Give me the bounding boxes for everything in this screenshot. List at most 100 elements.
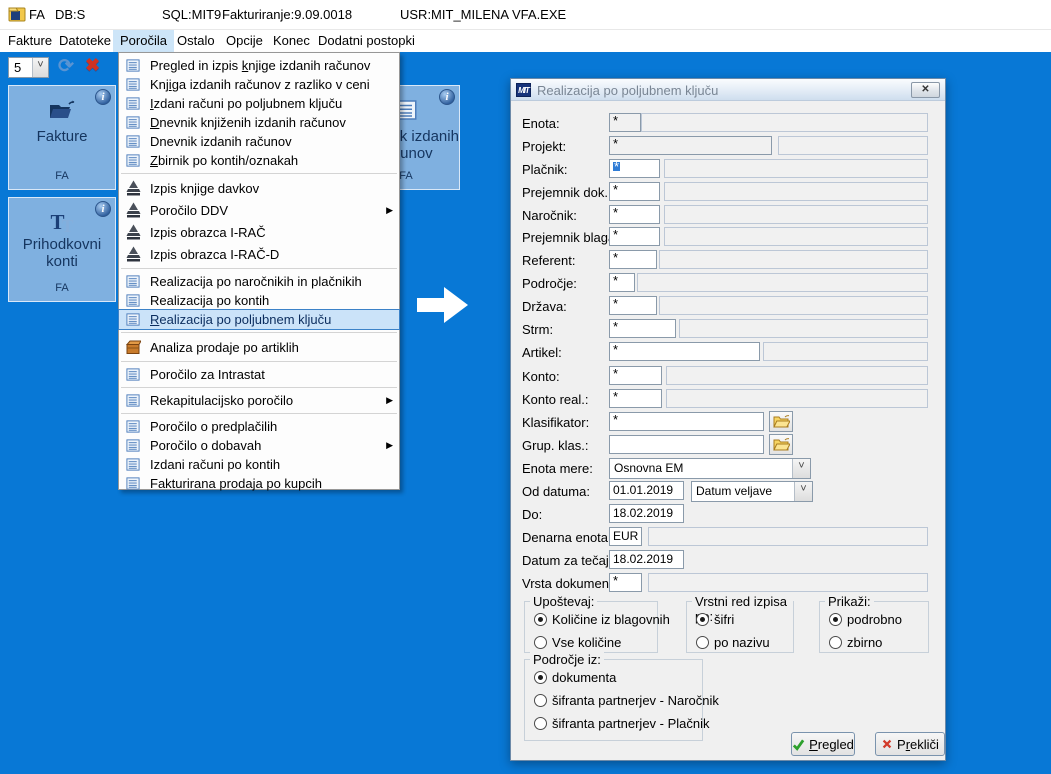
tile-count-select[interactable]: 5 ˅ xyxy=(8,57,49,78)
menubar-item-konec[interactable]: Konec xyxy=(266,30,317,52)
radio-icon[interactable] xyxy=(534,670,547,684)
placnik-input[interactable]: * xyxy=(609,159,660,178)
radio-icon[interactable] xyxy=(534,716,547,730)
artikel-input[interactable]: * xyxy=(609,342,760,361)
klasifikator-input[interactable]: * xyxy=(609,412,764,431)
radio-option[interactable]: Količine iz blagovnih xyxy=(534,611,670,627)
konto-label: Konto: xyxy=(522,369,560,384)
chevron-down-icon[interactable]: ˅ xyxy=(792,459,810,478)
menu-separator xyxy=(121,268,397,269)
info-icon[interactable]: i xyxy=(95,89,111,105)
radio-icon[interactable] xyxy=(534,612,547,626)
menu-item[interactable]: Realizacija po poljubnem ključu xyxy=(118,309,400,330)
narocnik-input[interactable]: * xyxy=(609,205,660,224)
info-icon[interactable]: i xyxy=(439,89,455,105)
mit-logo-icon: MIT xyxy=(516,83,531,97)
grup-klas-lookup-button[interactable] xyxy=(769,434,793,455)
enota-mere-select[interactable]: Osnovna EM ˅ xyxy=(609,458,811,479)
menu-item[interactable]: Fakturirana prodaja po kupcih xyxy=(119,474,399,493)
dialog-titlebar[interactable]: MIT Realizacija po poljubnem ključu ✕ xyxy=(511,79,945,101)
close-icon[interactable]: ✕ xyxy=(911,82,940,98)
menu-item[interactable]: Analiza prodaje po artiklih xyxy=(119,336,399,358)
menu-item-label: Dnevnik knjiženih izdanih računov xyxy=(150,115,346,130)
menu-item[interactable]: Poročilo za Intrastat xyxy=(119,365,399,384)
menu-item[interactable]: Rekapitulacijsko poročilo ▶ xyxy=(119,391,399,410)
menu-item[interactable]: Knjiga izdanih računov z razliko v ceni xyxy=(119,75,399,94)
menu-item[interactable]: Poročilo o predplačilih xyxy=(119,417,399,436)
grup-klas-input[interactable] xyxy=(609,435,764,454)
pregled-button[interactable]: Pregled xyxy=(791,732,855,756)
menu-item[interactable]: Poročilo DDV ▶ xyxy=(119,199,399,221)
tile-fakture[interactable]: i Fakture FA xyxy=(8,85,116,190)
do-label: Do: xyxy=(522,507,543,522)
strm-input[interactable]: * xyxy=(609,319,676,338)
radio-icon[interactable] xyxy=(696,635,709,649)
radio-icon[interactable] xyxy=(534,635,547,649)
denarna-enota-input[interactable]: EUR xyxy=(609,527,642,546)
radio-option[interactable]: šifranta partnerjev - Plačnik xyxy=(534,715,710,731)
datum-za-tecaj-input[interactable]: 18.02.2019 xyxy=(609,550,684,569)
menu-item[interactable]: Pregled in izpis knjige izdanih računov xyxy=(119,56,399,75)
chevron-down-icon[interactable]: ˅ xyxy=(794,482,812,501)
menubar-item-porocila[interactable]: Poročila xyxy=(113,30,174,52)
menu-item[interactable]: Izdani računi po poljubnem ključu xyxy=(119,94,399,113)
radio-option[interactable]: šifranta partnerjev - Naročnik xyxy=(534,692,719,708)
konto-input[interactable]: * xyxy=(609,366,662,385)
info-icon[interactable]: i xyxy=(95,201,111,217)
tile-prihodkovni-konti[interactable]: i TT Prihodkovni konti FA xyxy=(8,197,116,302)
radio-icon[interactable] xyxy=(829,635,842,649)
radio-icon[interactable] xyxy=(829,612,842,626)
do-input[interactable]: 18.02.2019 xyxy=(609,504,684,523)
menu-item-label: Rekapitulacijsko poročilo xyxy=(150,393,294,408)
menubar-item-dodatni-postopki[interactable]: Dodatni postopki xyxy=(311,30,422,52)
radio-option[interactable]: dokumenta xyxy=(534,669,616,685)
menu-item[interactable]: Izpis obrazca I-RAČ xyxy=(119,221,399,243)
menubar-item-fakture[interactable]: Fakture xyxy=(1,30,59,52)
referent-description-field xyxy=(659,250,928,269)
menu-item[interactable]: Dnevnik izdanih računov xyxy=(119,132,399,151)
klasifikator-lookup-button[interactable] xyxy=(769,411,793,432)
folder-open-icon xyxy=(772,438,791,455)
radio-option[interactable]: po nazivu xyxy=(696,634,770,650)
radio-icon[interactable] xyxy=(534,693,547,707)
red-x-icon[interactable]: ✖ xyxy=(85,55,100,76)
green-check-icon xyxy=(792,739,805,751)
drzava-input[interactable]: * xyxy=(609,296,657,315)
referent-input[interactable]: * xyxy=(609,250,657,269)
podrocje-input[interactable]: * xyxy=(609,273,635,292)
prejemnik-dok-input[interactable]: * xyxy=(609,182,660,201)
menu-item[interactable]: Izpis obrazca I-RAČ-D xyxy=(119,243,399,265)
selected-value: Osnovna EM xyxy=(614,461,684,475)
konto-real-input[interactable]: * xyxy=(609,389,662,408)
preklici-button[interactable]: Prekliči xyxy=(875,732,945,756)
group-label: Prikaži: xyxy=(825,594,874,609)
menu-item[interactable]: Izpis knjige davkov xyxy=(119,177,399,199)
menu-item[interactable]: Realizacija po kontih xyxy=(119,291,399,310)
enota-input[interactable]: * xyxy=(609,113,641,132)
menu-item[interactable]: Dnevnik knjiženih izdanih računov xyxy=(119,113,399,132)
report-icon xyxy=(125,438,142,454)
radio-option[interactable]: Vse količine xyxy=(534,634,621,650)
menubar-item-ostalo[interactable]: Ostalo xyxy=(170,30,222,52)
vrsta-dokumenta-input[interactable]: * xyxy=(609,573,642,592)
menubar-item-datoteke[interactable]: Datoteke xyxy=(52,30,118,52)
menu-item-label: Analiza prodaje po artiklih xyxy=(150,339,299,355)
od-datuma-input[interactable]: 01.01.2019 xyxy=(609,481,684,500)
prejemnik-blaga-input[interactable]: * xyxy=(609,227,660,246)
chevron-down-icon[interactable]: ˅ xyxy=(32,58,48,77)
menu-item[interactable]: Realizacija po naročnikih in plačnikih xyxy=(119,272,399,291)
projekt-input[interactable]: * xyxy=(609,136,772,155)
menu-item[interactable]: Zbirnik po kontih/oznakah xyxy=(119,151,399,170)
refresh-icon[interactable]: ⟳ xyxy=(58,55,74,78)
menubar-item-opcije[interactable]: Opcije xyxy=(219,30,270,52)
radio-option[interactable]: zbirno xyxy=(829,634,882,650)
menu-item[interactable]: Izdani računi po kontih xyxy=(119,455,399,474)
radio-icon[interactable] xyxy=(696,612,709,626)
menubar: Fakture Datoteke Poročila Ostalo Opcije … xyxy=(0,30,1051,52)
radio-option[interactable]: podrobno xyxy=(829,611,902,627)
menu-item[interactable]: Poročilo o dobavah ▶ xyxy=(119,436,399,455)
title-app-version: Fakturiranje:9.09.0018 xyxy=(222,7,353,22)
datum-veljave-select[interactable]: Datum veljave ˅ xyxy=(691,481,813,502)
radio-option[interactable]: šifri xyxy=(696,611,734,627)
report-icon xyxy=(125,419,142,435)
